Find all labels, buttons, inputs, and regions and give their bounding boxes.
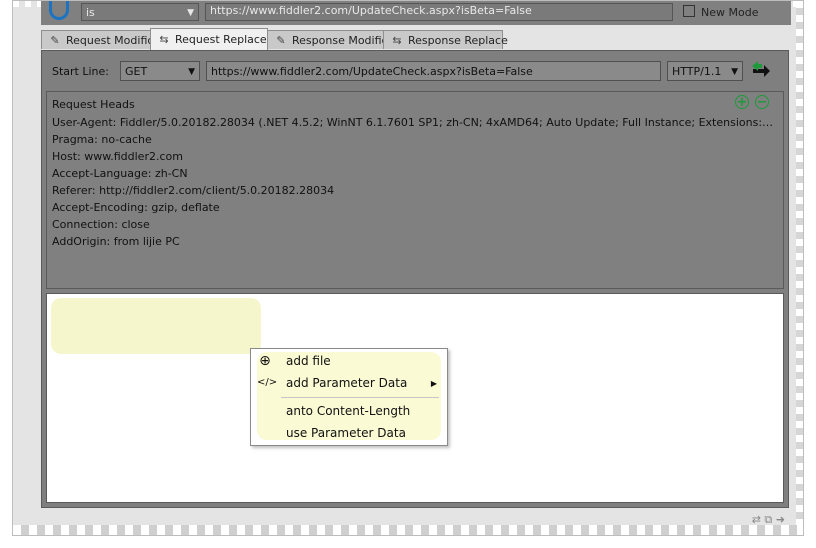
header-line: Pragma: no-cache xyxy=(52,133,152,146)
context-menu: ⊕ add file </> add Parameter Data ▶ anto… xyxy=(250,348,448,446)
start-line-url-input[interactable]: https://www.fiddler2.com/UpdateCheck.asp… xyxy=(206,61,661,81)
header-line: Accept-Language: zh-CN xyxy=(52,167,188,180)
header-line: Host: www.fiddler2.com xyxy=(52,150,183,163)
request-heads-section: Request Heads + − User-Agent: Fiddler/5.… xyxy=(46,91,784,289)
replace-icon: ⇆ xyxy=(159,33,169,46)
menu-item-add-parameter-data[interactable]: add Parameter Data xyxy=(286,376,407,390)
code-icon: </> xyxy=(257,377,278,388)
tab-response-replace[interactable]: ⇆ Response Replace xyxy=(383,30,508,49)
top-bar: is ▼ https://www.fiddler2.com/UpdateChec… xyxy=(41,1,791,25)
highlight-box xyxy=(51,298,261,354)
top-url-field[interactable]: https://www.fiddler2.com/UpdateCheck.asp… xyxy=(205,3,673,21)
filter-value: is xyxy=(86,6,95,19)
header-line: Connection: close xyxy=(52,218,150,231)
filter-select[interactable]: is ▼ xyxy=(81,3,199,21)
top-url-text: https://www.fiddler2.com/UpdateCheck.asp… xyxy=(210,4,532,17)
menu-item-auto-content-length[interactable]: anto Content-Length xyxy=(286,404,410,418)
tab-request-modific[interactable]: ✎ Request Modific xyxy=(41,30,154,49)
header-line: User-Agent: Fiddler/5.0.20182.28034 (.NE… xyxy=(52,116,774,129)
method-value: GET xyxy=(125,65,148,78)
torn-bottom-edge xyxy=(13,525,803,535)
pencil-icon: ✎ xyxy=(276,34,286,47)
header-line: Accept-Encoding: gzip, deflate xyxy=(52,201,220,214)
menu-item-add-file[interactable]: add file xyxy=(286,354,331,368)
chevron-down-icon: ▼ xyxy=(731,67,738,77)
pencil-icon: ✎ xyxy=(50,34,60,47)
add-header-icon[interactable]: + xyxy=(735,95,749,109)
request-heads-title: Request Heads xyxy=(52,98,135,111)
bottom-status-bar: ⇄ ⧉ ➜ xyxy=(41,507,791,527)
tab-label: Request Replace xyxy=(175,33,267,46)
fiddler-logo-icon xyxy=(49,1,69,20)
remove-header-icon[interactable]: − xyxy=(755,95,769,109)
new-mode-label: New Mode xyxy=(701,6,759,19)
tab-label: Request Modific xyxy=(66,34,154,47)
menu-separator xyxy=(281,397,439,398)
http-version-select[interactable]: HTTP/1.1 ▼ xyxy=(667,61,743,81)
chevron-down-icon: ▼ xyxy=(188,67,195,77)
replace-icon: ⇆ xyxy=(392,34,402,47)
swap-arrows-icon[interactable] xyxy=(750,61,772,83)
start-line-url-text: https://www.fiddler2.com/UpdateCheck.asp… xyxy=(211,65,533,78)
http-version-value: HTTP/1.1 xyxy=(672,65,722,78)
method-select[interactable]: GET ▼ xyxy=(120,61,200,81)
start-line-label: Start Line: xyxy=(52,65,109,78)
app-window: is ▼ https://www.fiddler2.com/UpdateChec… xyxy=(12,0,804,536)
header-line: AddOrigin: from lijie PC xyxy=(52,235,180,248)
tab-label: Response Replace xyxy=(408,34,508,47)
torn-right-edge xyxy=(796,1,803,535)
checkbox-icon xyxy=(683,5,695,17)
new-mode-toggle[interactable]: New Mode xyxy=(683,5,758,20)
tab-label: Response Modific xyxy=(292,34,388,47)
chevron-down-icon: ▼ xyxy=(187,8,194,18)
menu-item-use-parameter-data[interactable]: use Parameter Data xyxy=(286,426,406,440)
add-circle-icon: ⊕ xyxy=(259,353,271,369)
tab-response-modific[interactable]: ✎ Response Modific xyxy=(267,30,388,49)
tab-request-replace[interactable]: ⇆ Request Replace xyxy=(150,28,268,50)
header-line: Referer: http://fiddler2.com/client/5.0.… xyxy=(52,184,335,197)
submenu-arrow-icon: ▶ xyxy=(430,379,437,388)
